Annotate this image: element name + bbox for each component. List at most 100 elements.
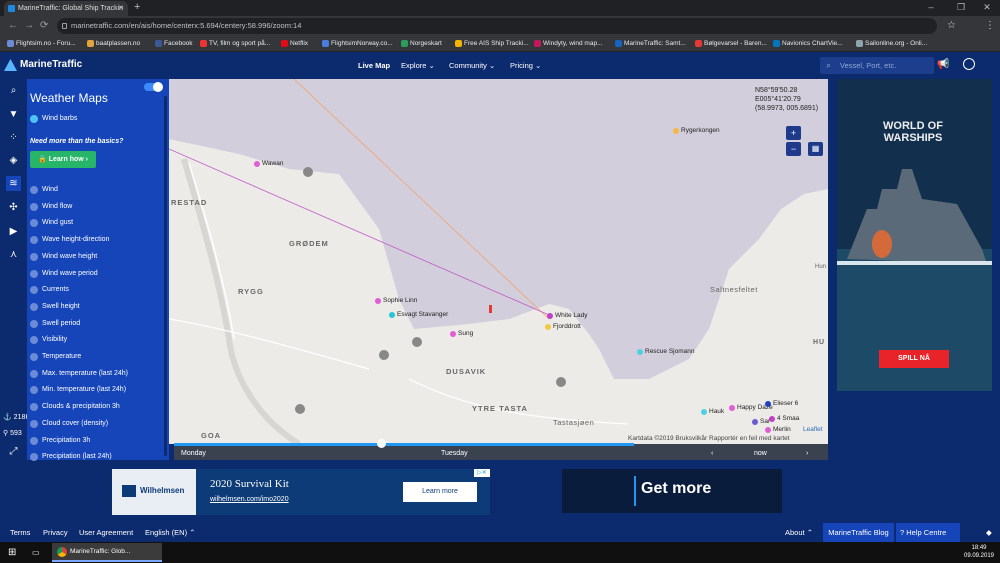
maximize-icon[interactable]: ❐ bbox=[950, 0, 972, 15]
vessel-marker[interactable]: Sophie Linn bbox=[375, 297, 417, 305]
fleet-icon[interactable]: ⁘ bbox=[6, 130, 21, 145]
timeline-next-icon[interactable]: › bbox=[806, 449, 808, 459]
vessel-marker[interactable]: Sar bbox=[752, 418, 770, 426]
map-layers-icon[interactable]: ▦ bbox=[808, 142, 823, 156]
weather-timeline[interactable] bbox=[174, 444, 828, 460]
bookmark-item[interactable]: TV, film og sport på... bbox=[199, 36, 270, 52]
ad-play-button[interactable]: SPILL NÅ bbox=[879, 350, 949, 368]
vessel-marker[interactable]: Esvagt Stavanger bbox=[389, 311, 448, 319]
map-attribution[interactable]: Kartdata ©2019 Bruksvilkår Rapportér en … bbox=[628, 434, 790, 443]
timeline-handle[interactable] bbox=[377, 439, 386, 448]
fullscreen-icon[interactable]: ⤢ bbox=[6, 444, 21, 459]
weather-layer-item[interactable]: Wind bbox=[30, 184, 58, 196]
weather-layer-item[interactable]: Currents bbox=[30, 284, 69, 296]
close-window-icon[interactable]: ✕ bbox=[976, 0, 998, 15]
bookmark-item[interactable]: FlightsimNorway.co... bbox=[321, 36, 393, 52]
bookmark-item[interactable]: Free AIS Ship Tracki... bbox=[454, 36, 529, 52]
play-icon[interactable]: ▶ bbox=[6, 224, 21, 239]
menu-pricing[interactable]: Pricing ⌄ bbox=[510, 60, 541, 72]
layers-icon[interactable]: ◈ bbox=[6, 153, 21, 168]
chrome-menu-icon[interactable]: ⋮ bbox=[985, 19, 995, 33]
address-bar[interactable]: marinetraffic.com/en/ais/home/centerx:5.… bbox=[57, 18, 937, 34]
weather-toggle[interactable] bbox=[144, 82, 163, 92]
footer-about-link[interactable]: About ⌃ bbox=[785, 528, 813, 538]
weather-layer-item[interactable]: Wind flow bbox=[30, 201, 72, 213]
ad-learn-more-button[interactable]: Learn more bbox=[403, 482, 477, 502]
site-logo[interactable]: MarineTraffic bbox=[4, 58, 82, 72]
help-centre-button[interactable]: ? Help Centre bbox=[896, 523, 960, 542]
taskbar-chrome-app[interactable]: MarineTraffic: Glob... bbox=[52, 543, 162, 562]
poi-icon[interactable] bbox=[412, 337, 422, 347]
bookmark-item[interactable]: Navionics ChartVie... bbox=[772, 36, 843, 52]
footer-user-agreement-link[interactable]: User Agreement bbox=[79, 528, 133, 538]
vessel-marker[interactable]: Rygerkongen bbox=[673, 127, 720, 135]
vessel-marker[interactable]: Fjorddrott bbox=[545, 323, 581, 331]
footer-privacy-link[interactable]: Privacy bbox=[43, 528, 68, 538]
bookmark-item[interactable]: Facebook bbox=[154, 36, 193, 52]
close-tab-icon[interactable]: ✕ bbox=[118, 1, 124, 16]
vessel-marker[interactable]: Elieser 6 bbox=[765, 400, 798, 408]
weather-layer-item[interactable]: Wind wave period bbox=[30, 268, 98, 280]
task-view-icon[interactable]: ▭ bbox=[32, 548, 40, 557]
bookmark-item[interactable]: Windyty, wind map... bbox=[533, 36, 602, 52]
android-icon[interactable]: ◆ bbox=[986, 528, 992, 538]
windows-start-icon[interactable]: ⊞ bbox=[8, 547, 16, 558]
weather-layer-item[interactable]: Cloud cover (density) bbox=[30, 418, 108, 430]
poi-icon[interactable] bbox=[295, 404, 305, 414]
vessel-marker[interactable]: Wawan bbox=[254, 160, 283, 168]
timeline-prev-icon[interactable]: ‹ bbox=[711, 449, 713, 459]
weather-layer-item[interactable]: Swell period bbox=[30, 318, 80, 330]
search-input[interactable]: Vessel, Port, etc. bbox=[820, 57, 934, 74]
forward-icon[interactable]: → bbox=[24, 19, 34, 33]
weather-layer-item[interactable]: Wind wave height bbox=[30, 251, 97, 263]
language-selector[interactable]: English (EN) ⌃ bbox=[145, 528, 196, 538]
bookmark-item[interactable]: Netflix bbox=[280, 36, 308, 52]
vessel-marker[interactable]: White Lady bbox=[547, 312, 588, 320]
menu-explore[interactable]: Explore ⌄ bbox=[401, 60, 435, 72]
weather-layer-item[interactable]: Min. temperature (last 24h) bbox=[30, 384, 126, 396]
reload-icon[interactable]: ⟳ bbox=[40, 19, 48, 33]
adchoices-icon[interactable]: ▷✕ bbox=[474, 469, 490, 477]
timeline-now-button[interactable]: now bbox=[754, 449, 767, 459]
minimize-icon[interactable]: – bbox=[920, 0, 942, 15]
menu-community[interactable]: Community ⌄ bbox=[449, 60, 495, 72]
route-icon[interactable]: ⋏ bbox=[6, 247, 21, 262]
new-tab-button[interactable]: + bbox=[134, 0, 140, 15]
wind-barbs-option[interactable]: Wind barbs bbox=[30, 113, 77, 125]
weather-layer-item[interactable]: Precipitation 3h bbox=[30, 435, 90, 447]
weather-layer-item[interactable]: Wind gust bbox=[30, 217, 73, 229]
panel-scrollbar[interactable] bbox=[164, 96, 167, 456]
zoom-in-button[interactable]: + bbox=[786, 126, 801, 140]
bookmark-item[interactable]: Flightsim.no - Foru... bbox=[6, 36, 76, 52]
leaflet-link[interactable]: Leaflet bbox=[803, 426, 823, 433]
weather-layer-item[interactable]: Clouds & precipitation 3h bbox=[30, 401, 120, 413]
learn-how-button[interactable]: 🔒 Learn how › bbox=[30, 151, 96, 168]
bookmark-item[interactable]: MarineTraffic: Samt... bbox=[614, 36, 686, 52]
poi-icon[interactable] bbox=[303, 167, 313, 177]
system-clock[interactable]: 18:49 09.09.2019 bbox=[960, 544, 998, 560]
weather-layer-item[interactable]: Wave height-direction bbox=[30, 234, 109, 246]
footer-terms-link[interactable]: Terms bbox=[10, 528, 30, 538]
weather-layer-item[interactable]: Max. temperature (last 24h) bbox=[30, 368, 128, 380]
weather-layer-item[interactable]: Visibility bbox=[30, 334, 67, 346]
back-icon[interactable]: ← bbox=[8, 19, 18, 33]
poi-icon[interactable] bbox=[379, 350, 389, 360]
weather-layer-item[interactable]: Temperature bbox=[30, 351, 81, 363]
bookmark-item[interactable]: baatplassen.no bbox=[86, 36, 140, 52]
bookmark-star-icon[interactable]: ☆ bbox=[947, 19, 956, 33]
vessel-marker[interactable]: Merlin bbox=[765, 426, 791, 434]
megaphone-icon[interactable]: 📢 bbox=[937, 59, 949, 70]
weather-layer-item[interactable]: Swell height bbox=[30, 301, 80, 313]
vessel-marker[interactable]: Sung bbox=[450, 330, 473, 338]
bookmark-item[interactable]: Bølgevarsel - Baren... bbox=[694, 36, 767, 52]
search-icon[interactable]: ⌕ bbox=[6, 83, 21, 98]
browser-tab[interactable]: MarineTraffic: Global Ship Trackin ✕ bbox=[4, 1, 128, 16]
weather-icon[interactable]: ≋ bbox=[6, 176, 21, 191]
vessel-marker[interactable]: Hauk bbox=[701, 408, 724, 416]
measure-icon[interactable]: ✣ bbox=[6, 200, 21, 215]
vessel-marker[interactable]: Rescue Sjomann bbox=[637, 348, 695, 356]
weather-layer-item[interactable]: Precipitation (last 24h) bbox=[30, 451, 112, 463]
poi-icon[interactable] bbox=[556, 377, 566, 387]
zoom-out-button[interactable]: − bbox=[786, 142, 801, 156]
bookmark-item[interactable]: Sailonline.org - Onli... bbox=[855, 36, 927, 52]
